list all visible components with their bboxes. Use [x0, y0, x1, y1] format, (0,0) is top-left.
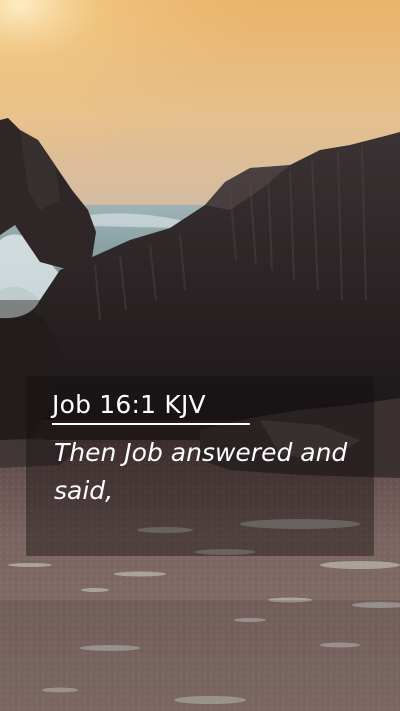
background-photo: [0, 0, 400, 711]
wallpaper-screen: Job 16:1 KJV Then Job answered and said,: [0, 0, 400, 711]
verse-text: Then Job answered and said,: [54, 438, 348, 505]
reference-underline: [52, 423, 250, 425]
verse-reference: Job 16:1 KJV: [52, 390, 206, 419]
